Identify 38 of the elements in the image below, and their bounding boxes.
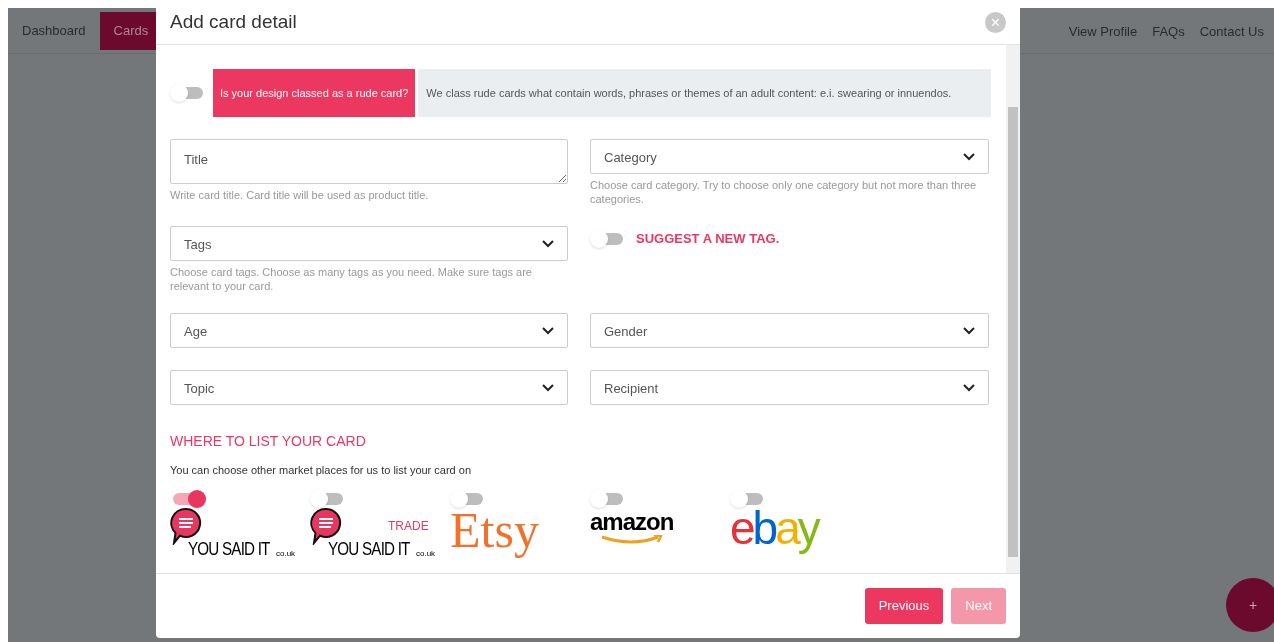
rude-card-question: Is your design classed as a rude card?: [213, 69, 416, 117]
logo-text: YOU SAID IT: [188, 536, 270, 561]
help-text: Write card title. Card title will be used as product title.: [170, 188, 430, 202]
select-field[interactable]: Gender: [590, 313, 989, 348]
modal-title: Add card detail: [170, 9, 297, 34]
help-text: Choose card category. Try to choose only one category but not more than three categories.: [590, 178, 978, 206]
scrollbar[interactable]: [1006, 45, 1020, 573]
section-heading: WHERE TO LIST YOUR CARD: [170, 432, 367, 451]
brand-logo: amazon: [590, 508, 708, 545]
nav-link[interactable]: Contact Us: [1199, 21, 1264, 42]
select-field[interactable]: Tags: [170, 226, 568, 261]
rude-card-info: We class rude cards what contain words, phrases or themes of an adult content: e.i. swearing or innuendos.: [418, 69, 991, 117]
select-field[interactable]: Topic: [170, 370, 568, 405]
logo-text: YOU SAID IT: [328, 536, 410, 561]
chevron-down-icon: [542, 383, 554, 392]
logo-domain: co.uk: [275, 548, 296, 560]
select-field[interactable]: Age: [170, 313, 568, 348]
section-subtext: You can choose other market places for us to list your card on: [170, 463, 473, 478]
trade-label: TRADE: [388, 517, 429, 535]
brand-logo: ebay: [730, 502, 820, 553]
nav-link[interactable]: FAQs: [1152, 21, 1185, 42]
chevron-down-icon: [963, 326, 975, 335]
select-field[interactable]: Recipient: [590, 370, 989, 405]
chevron-down-icon: [542, 239, 554, 248]
smile-arrow-icon: [600, 534, 664, 545]
nav-tab[interactable]: Dashboard: [8, 12, 100, 50]
add-button[interactable]: +: [1226, 578, 1274, 632]
chevron-down-icon: [963, 152, 975, 161]
suggest-tag-label: SUGGEST A NEW TAG.: [636, 230, 780, 249]
footer-button[interactable]: Previous: [864, 588, 944, 624]
chevron-down-icon: [542, 326, 554, 335]
title-input[interactable]: Title: [170, 139, 568, 184]
select-field[interactable]: Category: [590, 139, 989, 174]
nav-link[interactable]: View Profile: [1068, 21, 1138, 42]
help-text: Choose card tags. Choose as many tags as you need. Make sure tags are relevant to your card.: [170, 265, 533, 293]
chevron-down-icon: [963, 383, 975, 392]
logo-domain: co.uk: [415, 548, 436, 560]
brand-logo: Etsy: [450, 502, 540, 558]
